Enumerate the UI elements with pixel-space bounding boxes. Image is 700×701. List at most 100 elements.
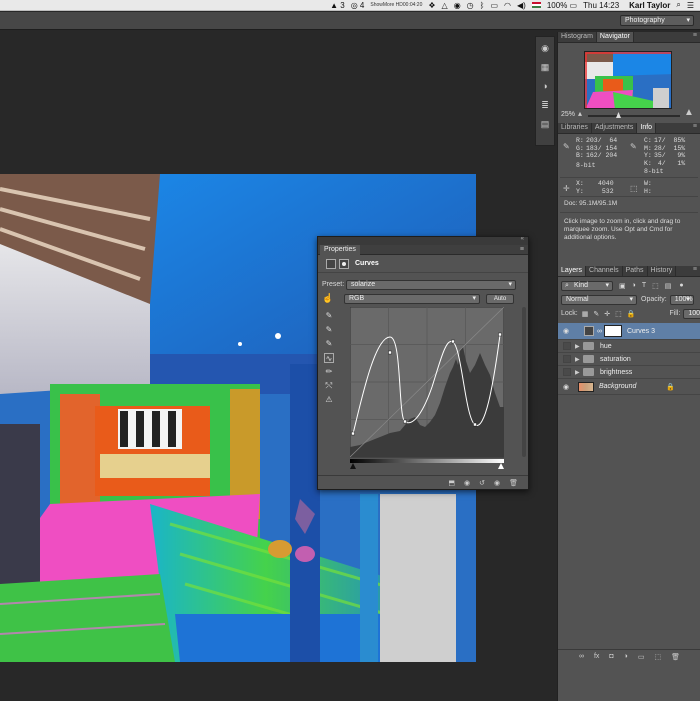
clock[interactable]: Thu 14:23 bbox=[583, 1, 619, 10]
layer-mask-icon[interactable] bbox=[339, 258, 349, 269]
language-flag-icon[interactable] bbox=[531, 2, 541, 8]
visibility-toggle[interactable] bbox=[563, 355, 571, 363]
properties-titlebar[interactable]: « bbox=[318, 236, 528, 245]
google-drive-icon[interactable]: △ bbox=[442, 1, 448, 10]
dropbox-icon[interactable]: ❖ bbox=[428, 1, 435, 10]
showmore-recorder[interactable]: ShowMore HD 00:04:20 bbox=[370, 2, 422, 8]
filter-type-icon[interactable]: T bbox=[642, 282, 646, 289]
tab-properties[interactable]: Properties bbox=[320, 245, 360, 255]
new-adjustment-icon[interactable]: ◑ bbox=[624, 653, 628, 660]
curves-adjustment-icon[interactable] bbox=[326, 258, 336, 269]
add-mask-icon[interactable]: ◘ bbox=[609, 653, 613, 660]
filter-shape-icon[interactable]: ⬚ bbox=[652, 282, 659, 290]
blend-mode-select[interactable]: Normal bbox=[561, 294, 637, 305]
zoom-slider-knob[interactable] bbox=[616, 112, 621, 118]
sample-highlights-icon[interactable]: ✎ bbox=[324, 339, 334, 349]
properties-panel[interactable]: « Properties ≡ Curves Preset: solarize ☝… bbox=[317, 236, 529, 490]
curves-graph[interactable] bbox=[349, 306, 505, 469]
zoom-out-icon[interactable]: ▴ bbox=[578, 109, 582, 118]
user-account-menu[interactable]: Karl Taylor bbox=[629, 1, 670, 10]
airplay-icon[interactable]: ▭ bbox=[490, 1, 498, 10]
channel-select[interactable]: RGB bbox=[344, 293, 480, 304]
tab-libraries[interactable]: Libraries bbox=[558, 123, 592, 133]
properties-scrollbar[interactable] bbox=[522, 307, 526, 457]
eyedropper-rgb-icon[interactable]: ✎ bbox=[563, 142, 570, 151]
adobe-menu-extra[interactable]: ▲ 3 bbox=[330, 1, 345, 10]
auto-button[interactable]: Auto bbox=[486, 293, 514, 304]
tab-channels[interactable]: Channels bbox=[586, 266, 623, 276]
lock-transparency-icon[interactable]: ▦ bbox=[582, 310, 589, 318]
smooth-curve-icon[interactable]: ⤲ bbox=[324, 381, 334, 391]
layer-row-hue[interactable]: ▶ hue bbox=[558, 340, 700, 353]
visibility-toggle[interactable] bbox=[563, 342, 571, 350]
tab-history[interactable]: History bbox=[648, 266, 677, 276]
adjustments-panel-icon[interactable]: ◑ bbox=[539, 81, 551, 91]
sample-shadows-icon[interactable]: ✎ bbox=[324, 311, 334, 321]
visibility-eye-icon[interactable]: ◉ bbox=[561, 383, 571, 391]
filter-adjustment-icon[interactable]: ◑ bbox=[632, 282, 636, 289]
layer-row-saturation[interactable]: ▶ saturation bbox=[558, 353, 700, 366]
visibility-eye-icon[interactable]: ◉ bbox=[561, 327, 571, 335]
new-layer-icon[interactable]: ⬚ bbox=[655, 653, 662, 661]
zoom-in-icon[interactable]: ▲ bbox=[684, 107, 694, 118]
histogram-panel-icon[interactable]: ▦ bbox=[539, 62, 551, 72]
layer-filter-select[interactable]: ⌕ Kind bbox=[561, 280, 613, 291]
navigator-zoom-slider[interactable] bbox=[588, 112, 680, 118]
volume-icon[interactable]: ◀) bbox=[517, 1, 526, 10]
delete-layer-icon[interactable]: 🗑 bbox=[671, 653, 680, 661]
spotlight-icon[interactable]: ⌕ bbox=[676, 0, 680, 10]
collapse-icon[interactable]: « bbox=[521, 236, 524, 242]
navigator-zoom-value[interactable]: 25% bbox=[561, 111, 575, 118]
workspace-select[interactable]: Photography bbox=[620, 15, 694, 26]
layers-menu-icon[interactable]: ≡ bbox=[693, 266, 697, 273]
time-machine-icon[interactable]: ◷ bbox=[467, 1, 474, 10]
tab-adjustments[interactable]: Adjustments bbox=[592, 123, 638, 133]
link-layers-icon[interactable]: ∞ bbox=[579, 653, 584, 660]
curve-points-icon[interactable]: ∿ bbox=[324, 353, 334, 363]
lock-position-icon[interactable]: ✛ bbox=[604, 310, 610, 318]
battery-status[interactable]: 100% ▭ bbox=[547, 1, 577, 10]
preset-select[interactable]: solarize bbox=[346, 279, 516, 290]
evernote-icon[interactable]: ◉ bbox=[454, 1, 461, 10]
opacity-input[interactable]: 100% bbox=[669, 294, 694, 305]
panel-menu-icon[interactable]: ≡ bbox=[520, 246, 524, 253]
filter-toggle-icon[interactable]: ● bbox=[679, 282, 683, 289]
tab-info[interactable]: Info bbox=[637, 123, 657, 133]
tab-histogram[interactable]: Histogram bbox=[558, 32, 597, 42]
lock-artboard-icon[interactable]: ⬚ bbox=[615, 310, 622, 318]
filter-pixel-icon[interactable]: ▣ bbox=[619, 282, 626, 290]
lock-pixels-icon[interactable]: ✎ bbox=[593, 310, 599, 318]
expand-arrow-icon[interactable]: ▶ bbox=[575, 356, 583, 363]
expand-arrow-icon[interactable]: ▶ bbox=[575, 369, 583, 376]
info-menu-icon[interactable]: ≡ bbox=[693, 123, 697, 130]
tab-layers[interactable]: Layers bbox=[558, 266, 587, 276]
eyedropper-cmyk-icon[interactable]: ✎ bbox=[630, 142, 637, 151]
lock-all-icon[interactable]: 🔒 bbox=[627, 310, 636, 318]
navigator-menu-icon[interactable]: ≡ bbox=[693, 32, 697, 39]
fill-input[interactable]: 100% bbox=[683, 308, 700, 319]
tab-navigator[interactable]: Navigator bbox=[596, 32, 634, 42]
filter-smart-icon[interactable]: ▤ bbox=[665, 282, 672, 290]
expand-arrow-icon[interactable]: ▶ bbox=[575, 343, 583, 350]
layer-row-curves-3[interactable]: ◉ ∞ Curves 3 bbox=[558, 323, 700, 340]
visibility-icon[interactable]: ◉ bbox=[494, 479, 500, 487]
wifi-icon[interactable]: ◠ bbox=[504, 1, 511, 10]
pencil-icon[interactable]: ✏ bbox=[324, 367, 334, 377]
notification-center-icon[interactable]: ☰ bbox=[687, 1, 694, 10]
view-previous-icon[interactable]: ◉ bbox=[464, 479, 470, 487]
tab-paths[interactable]: Paths bbox=[623, 266, 648, 276]
creative-cloud-menu-extra[interactable]: ◎ 4 bbox=[351, 1, 365, 10]
layer-row-brightness[interactable]: ▶ brightness bbox=[558, 366, 700, 379]
layer-style-icon[interactable]: fx bbox=[594, 653, 599, 660]
delete-icon[interactable]: 🗑 bbox=[509, 479, 518, 487]
layer-row-background[interactable]: ◉ Background 🔒 bbox=[558, 379, 700, 395]
hand-adjust-icon[interactable]: ☝ bbox=[322, 293, 344, 304]
properties-panel-icon[interactable]: ≣ bbox=[539, 100, 551, 110]
navigator-panel-icon[interactable]: ◉ bbox=[539, 43, 551, 53]
clipping-warning-icon[interactable]: ⚠ bbox=[324, 395, 334, 405]
layer-mask-thumbnail[interactable] bbox=[604, 325, 622, 337]
reset-icon[interactable]: ↺ bbox=[479, 479, 485, 487]
sample-midtones-icon[interactable]: ✎ bbox=[324, 325, 334, 335]
new-group-icon[interactable]: ▭ bbox=[638, 653, 645, 661]
layers-panel-icon[interactable]: ▤ bbox=[539, 119, 551, 129]
